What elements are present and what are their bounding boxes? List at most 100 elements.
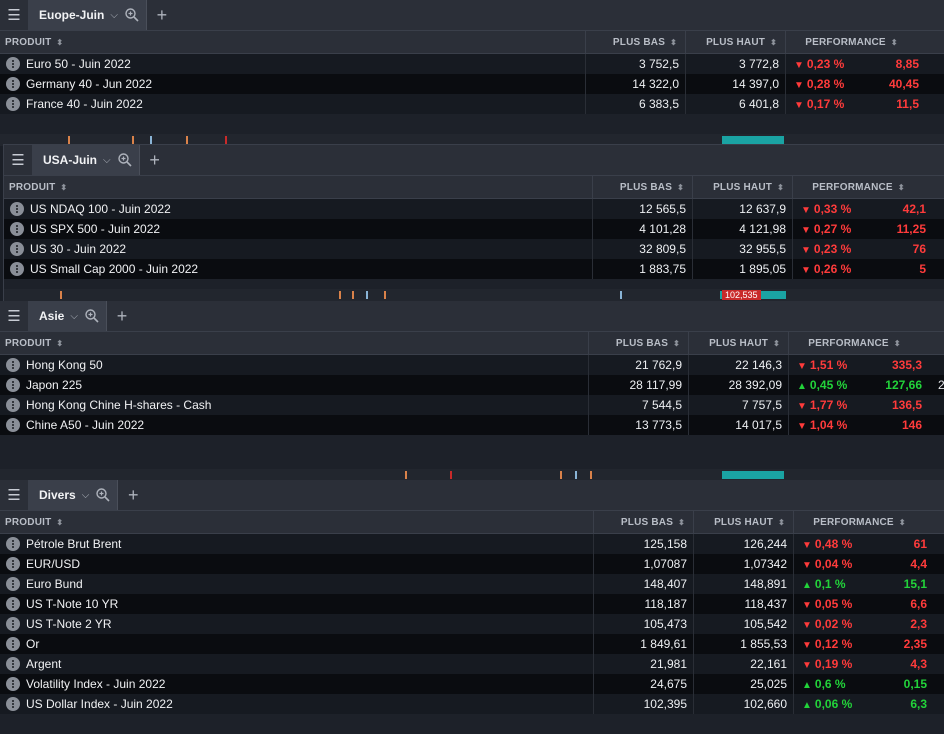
- more-vertical-icon[interactable]: [10, 262, 24, 276]
- table-row[interactable]: Euro Bund 148,407 148,891 ▲ 0,1 % 15,1: [0, 574, 944, 594]
- table-row[interactable]: Japon 225 28 117,99 28 392,09 ▲ 0,45 % 127,66: [0, 375, 944, 395]
- zoom-in-icon[interactable]: [84, 308, 100, 324]
- column-header-performance[interactable]: PERFORMANCE ⬍: [785, 31, 925, 53]
- plus-icon[interactable]: +: [140, 150, 170, 171]
- table-row[interactable]: Or 1 849,61 1 855,53 ▼ 0,12 % 2,35: [0, 634, 944, 654]
- sort-icon[interactable]: ⬍: [778, 518, 785, 527]
- plus-icon[interactable]: +: [118, 485, 148, 506]
- table-row[interactable]: EUR/USD 1,07087 1,07342 ▼ 0,04 % 4,4: [0, 554, 944, 574]
- column-header-plus-bas[interactable]: PLUS BAS ⬍: [593, 511, 693, 533]
- sort-icon[interactable]: ⬍: [773, 339, 780, 348]
- sort-icon[interactable]: ⬍: [673, 339, 680, 348]
- product-name[interactable]: Chine A50 - Juin 2022: [26, 418, 144, 432]
- sort-icon[interactable]: ⬍: [899, 518, 906, 527]
- sort-icon[interactable]: ⬍: [678, 518, 685, 527]
- more-vertical-icon[interactable]: [6, 378, 20, 392]
- product-name[interactable]: Volatility Index - Juin 2022: [26, 677, 165, 691]
- product-name[interactable]: Argent: [26, 657, 61, 671]
- tab-usa[interactable]: USA-Juin ⌵: [33, 145, 140, 175]
- table-row[interactable]: US T-Note 2 YR 105,473 105,542 ▼ 0,02 % 2,3: [0, 614, 944, 634]
- chevron-down-icon[interactable]: ⌵: [103, 155, 111, 166]
- table-row[interactable]: US Dollar Index - Juin 2022 102,395 102,66…: [0, 694, 944, 714]
- more-vertical-icon[interactable]: [6, 697, 20, 711]
- column-header-plus-haut[interactable]: PLUS HAUT ⬍: [688, 332, 788, 354]
- more-vertical-icon[interactable]: [6, 657, 20, 671]
- sort-icon[interactable]: ⬍: [891, 38, 898, 47]
- table-row[interactable]: Germany 40 - Jun 2022 14 322,0 14 397,0 ▼ 0,…: [0, 74, 944, 94]
- sort-icon[interactable]: ⬍: [898, 183, 905, 192]
- table-row[interactable]: France 40 - Juin 2022 6 383,5 6 401,8 ▼ 0,17…: [0, 94, 944, 114]
- column-header-product[interactable]: PRODUIT ⬍: [0, 332, 588, 354]
- more-vertical-icon[interactable]: [6, 77, 20, 91]
- column-header-plus-bas[interactable]: PLUS BAS ⬍: [588, 332, 688, 354]
- table-row[interactable]: Chine A50 - Juin 2022 13 773,5 14 017,5 ▼ 1,…: [0, 415, 944, 435]
- product-name[interactable]: Euro 50 - Juin 2022: [26, 57, 131, 71]
- column-header-plus-haut[interactable]: PLUS HAUT ⬍: [692, 176, 792, 198]
- column-header-performance[interactable]: PERFORMANCE ⬍: [788, 332, 928, 354]
- table-row[interactable]: Hong Kong Chine H-shares - Cash 7 544,5 7 …: [0, 395, 944, 415]
- product-name[interactable]: Japon 225: [26, 378, 82, 392]
- sort-icon[interactable]: ⬍: [894, 339, 901, 348]
- tab-europe[interactable]: Euope-Juin ⌵: [29, 0, 147, 30]
- plus-icon[interactable]: +: [147, 5, 177, 26]
- product-name[interactable]: Pétrole Brut Brent: [26, 537, 121, 551]
- column-header-product[interactable]: PRODUIT ⬍: [0, 511, 593, 533]
- product-name[interactable]: Germany 40 - Jun 2022: [26, 77, 152, 91]
- sort-icon[interactable]: ⬍: [677, 183, 684, 192]
- more-vertical-icon[interactable]: [6, 398, 20, 412]
- product-name[interactable]: US 30 - Juin 2022: [30, 242, 126, 256]
- product-name[interactable]: France 40 - Juin 2022: [26, 97, 143, 111]
- product-name[interactable]: US NDAQ 100 - Juin 2022: [30, 202, 171, 216]
- column-header-plus-haut[interactable]: PLUS HAUT ⬍: [685, 31, 785, 53]
- table-row[interactable]: US NDAQ 100 - Juin 2022 12 565,5 12 637,9 ▼…: [4, 199, 944, 219]
- more-vertical-icon[interactable]: [6, 57, 20, 71]
- plus-icon[interactable]: +: [107, 306, 137, 327]
- hamburger-menu-icon[interactable]: ☰: [4, 145, 33, 175]
- table-row[interactable]: Argent 21,981 22,161 ▼ 0,19 % 4,3: [0, 654, 944, 674]
- table-row[interactable]: Pétrole Brut Brent 125,158 126,244 ▼ 0,48 % 6…: [0, 534, 944, 554]
- more-vertical-icon[interactable]: [10, 222, 24, 236]
- table-row[interactable]: Euro 50 - Juin 2022 3 752,5 3 772,8 ▼ 0,23 %…: [0, 54, 944, 74]
- hamburger-menu-icon[interactable]: ☰: [0, 480, 29, 510]
- table-row[interactable]: US SPX 500 - Juin 2022 4 101,28 4 121,98 ▼ 0…: [4, 219, 944, 239]
- more-vertical-icon[interactable]: [6, 597, 20, 611]
- sort-icon[interactable]: ⬍: [777, 183, 784, 192]
- sort-icon[interactable]: ⬍: [670, 38, 677, 47]
- tab-divers[interactable]: Divers ⌵: [29, 480, 119, 510]
- product-name[interactable]: Hong Kong 50: [26, 358, 103, 372]
- more-vertical-icon[interactable]: [6, 557, 20, 571]
- product-name[interactable]: US Dollar Index - Juin 2022: [26, 697, 173, 711]
- chevron-down-icon[interactable]: ⌵: [110, 10, 118, 21]
- column-header-product[interactable]: PRODUIT ⬍: [0, 31, 585, 53]
- sort-icon[interactable]: ⬍: [60, 183, 67, 192]
- zoom-in-icon[interactable]: [95, 487, 111, 503]
- product-name[interactable]: EUR/USD: [26, 557, 80, 571]
- more-vertical-icon[interactable]: [10, 202, 24, 216]
- more-vertical-icon[interactable]: [10, 242, 24, 256]
- sort-icon[interactable]: ⬍: [770, 38, 777, 47]
- column-header-plus-bas[interactable]: PLUS BAS ⬍: [585, 31, 685, 53]
- column-header-performance[interactable]: PERFORMANCE ⬍: [793, 511, 933, 533]
- product-name[interactable]: Euro Bund: [26, 577, 83, 591]
- column-header-product[interactable]: PRODUIT ⬍: [4, 176, 592, 198]
- more-vertical-icon[interactable]: [6, 617, 20, 631]
- chevron-down-icon[interactable]: ⌵: [70, 311, 78, 322]
- more-vertical-icon[interactable]: [6, 418, 20, 432]
- product-name[interactable]: Hong Kong Chine H-shares - Cash: [26, 398, 211, 412]
- table-row[interactable]: Volatility Index - Juin 2022 24,675 25,025…: [0, 674, 944, 694]
- table-row[interactable]: US Small Cap 2000 - Juin 2022 1 883,75 1 8…: [4, 259, 944, 279]
- column-header-plus-bas[interactable]: PLUS BAS ⬍: [592, 176, 692, 198]
- sort-icon[interactable]: ⬍: [56, 339, 63, 348]
- sort-icon[interactable]: ⬍: [56, 518, 63, 527]
- more-vertical-icon[interactable]: [6, 97, 20, 111]
- product-name[interactable]: US SPX 500 - Juin 2022: [30, 222, 160, 236]
- more-vertical-icon[interactable]: [6, 358, 20, 372]
- table-row[interactable]: Hong Kong 50 21 762,9 22 146,3 ▼ 1,51 % 335,3: [0, 355, 944, 375]
- more-vertical-icon[interactable]: [6, 577, 20, 591]
- more-vertical-icon[interactable]: [6, 537, 20, 551]
- product-name[interactable]: US T-Note 10 YR: [26, 597, 118, 611]
- more-vertical-icon[interactable]: [6, 637, 20, 651]
- product-name[interactable]: US Small Cap 2000 - Juin 2022: [30, 262, 198, 276]
- hamburger-menu-icon[interactable]: ☰: [0, 0, 29, 30]
- column-header-performance[interactable]: PERFORMANCE ⬍: [792, 176, 932, 198]
